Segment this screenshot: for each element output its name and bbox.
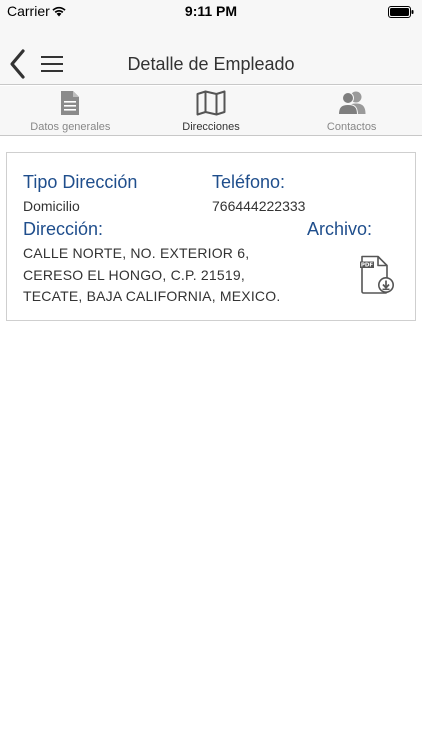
tipo-direccion-value: Domicilio	[23, 198, 80, 214]
tab-contactos[interactable]: Contactos	[281, 86, 422, 135]
contacts-icon	[337, 89, 367, 116]
tab-bar: Datos generales Direcciones Contactos	[0, 86, 422, 136]
address-card: Tipo Dirección Domicilio Teléfono: 76644…	[6, 152, 416, 321]
navigation-bar: Detalle de Empleado	[0, 22, 422, 85]
clock-time: 9:11 PM	[184, 3, 238, 19]
archivo-label: Archivo:	[307, 219, 373, 239]
map-icon	[196, 89, 226, 116]
tab-label: Contactos	[326, 121, 377, 133]
pdf-download-icon[interactable]: PDF	[359, 255, 395, 300]
tab-datos-generales[interactable]: Datos generales	[0, 86, 141, 135]
tipo-direccion-label: Tipo Dirección	[23, 172, 138, 192]
page-title: Detalle de Empleado	[127, 54, 295, 74]
battery-icon	[388, 5, 414, 23]
pdf-badge-text: PDF	[361, 263, 374, 269]
tab-label: Direcciones	[182, 121, 240, 133]
document-icon	[60, 89, 80, 116]
telefono-label: Teléfono:	[212, 172, 286, 192]
direccion-label: Dirección:	[23, 219, 104, 239]
telefono-value: 766444222333	[212, 198, 306, 214]
direccion-value: CALLE NORTE, NO. EXTERIOR 6, CERESO EL H…	[23, 245, 281, 304]
tab-label: Datos generales	[30, 121, 111, 133]
tab-direcciones[interactable]: Direcciones	[141, 86, 282, 135]
status-bar: Carrier 9:11 PM	[0, 0, 422, 22]
